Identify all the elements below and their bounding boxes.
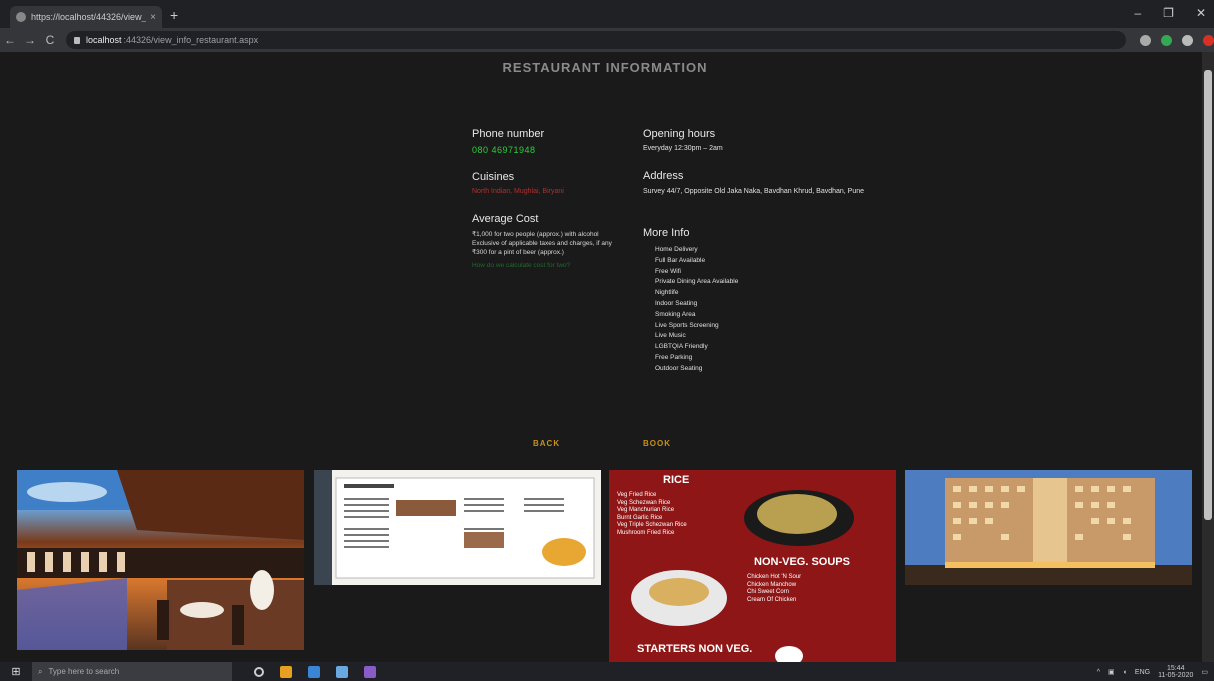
chrome-icon[interactable] [280, 665, 292, 678]
address-bar[interactable]: localhost :44326/view_info_restaurant.as… [66, 31, 1126, 49]
tray-chevron-icon[interactable]: ^ [1097, 669, 1100, 676]
menu-item: Burnt Garlic Rice [617, 514, 663, 521]
phone-label: Phone number [472, 128, 545, 140]
back-arrow-icon[interactable]: ← [0, 33, 20, 47]
windows-taskbar: ⊞ ⌕ Type here to search ^ ▣ ◖ ENG 15:44 … [0, 662, 1214, 681]
extension-icon[interactable] [1182, 34, 1193, 46]
menu-item: Veg Schezwan Rice [617, 499, 671, 506]
page-title: RESTAURANT INFORMATION [502, 60, 708, 75]
menu-item: Chicken Manchow [747, 581, 797, 588]
interior-photo-illustration [17, 470, 304, 650]
list-item: Indoor Seating [655, 299, 698, 307]
menu-item: Veg Manchurian Rice [617, 507, 675, 513]
cuisines-value[interactable]: North Indian, Mughlai, Biryani [472, 188, 622, 195]
network-icon[interactable]: ▣ [1108, 668, 1115, 676]
hotel-exterior-image[interactable] [905, 470, 1192, 585]
list-item: Live Sports Screening [655, 321, 719, 329]
clock[interactable]: 15:44 11-05-2020 [1158, 665, 1193, 679]
cost-note: Exclusive of applicable taxes and charge… [472, 240, 612, 247]
minimize-icon[interactable]: – [1134, 6, 1141, 20]
info-column-left: Phone number 080 46971948 Cuisines North… [472, 128, 622, 269]
language-indicator[interactable]: ENG [1135, 669, 1150, 676]
lock-icon [74, 36, 80, 44]
maximize-icon[interactable]: ❐ [1163, 6, 1174, 20]
book-button[interactable]: BOOK [643, 439, 671, 448]
phone-number[interactable]: 080 46971948 [472, 145, 622, 155]
restaurant-interior-image[interactable] [17, 470, 304, 650]
browser-tab-strip: https://localhost/44326/view_sr... × + –… [0, 0, 1214, 28]
soups-items: Chicken Hot 'N Sour Chicken Manchow Chi … [747, 574, 801, 604]
clock-time: 15:44 [1166, 665, 1185, 672]
list-item: LGBTQIA Friendly [655, 343, 708, 351]
menu-item: Cream Of Chicken [747, 596, 797, 603]
menu-item: Veg Triple Schezwan Rice [617, 522, 687, 528]
info-column-right: Opening hours Everyday 12:30pm – 2am Add… [643, 128, 903, 375]
forward-arrow-icon[interactable]: → [20, 33, 40, 47]
visual-studio-icon[interactable] [364, 665, 376, 678]
task-view-icon[interactable] [254, 666, 264, 677]
rice-items: Veg Fried Rice Veg Schezwan Rice Veg Man… [617, 492, 687, 537]
opening-hours-label: Opening hours [643, 128, 716, 140]
url-host: localhost [86, 35, 122, 45]
menu-item: Mushroom Fried Rice [617, 529, 675, 536]
menu-card-illustration [314, 470, 601, 585]
photos-icon[interactable] [336, 665, 348, 678]
extension-icon[interactable] [1161, 34, 1172, 46]
list-item: Private Dining Area Available [655, 278, 739, 286]
url-path: :44326/view_info_restaurant.aspx [123, 35, 259, 45]
list-item: Outdoor Seating [655, 364, 703, 372]
page-content: RESTAURANT INFORMATION Phone number 080 … [0, 52, 1202, 662]
beer-cost: ₹300 for a pint of beer (approx.) [472, 249, 564, 256]
new-tab-button[interactable]: + [170, 7, 178, 23]
tab-title: https://localhost/44326/view_sr... [31, 12, 147, 22]
cost-line: ₹1,000 for two people (approx.) with alc… [472, 231, 599, 238]
file-explorer-icon[interactable] [308, 665, 320, 678]
browser-toolbar: ← → C localhost :44326/view_info_restaur… [0, 28, 1214, 52]
search-icon: ⌕ [38, 666, 43, 676]
list-item: Live Music [655, 332, 686, 340]
menu-item: Veg Fried Rice [617, 492, 657, 498]
favicon-icon [16, 12, 26, 22]
notifications-icon[interactable]: ▭ [1201, 668, 1208, 676]
cuisines-label: Cuisines [472, 171, 515, 183]
image-gallery: RICE Veg Fried Rice Veg Schezwan Rice Ve… [17, 470, 1197, 662]
system-tray: ^ ▣ ◖ ENG 15:44 11-05-2020 ▭ [1097, 665, 1208, 679]
list-item: Home Delivery [655, 246, 698, 253]
windows-start-icon[interactable]: ⊞ [0, 665, 32, 678]
list-item: Nightlife [655, 289, 679, 297]
list-item: Free Wifi [655, 267, 681, 275]
search-placeholder: Type here to search [48, 667, 120, 676]
list-item: Smoking Area [655, 310, 696, 318]
menu-card-image[interactable] [314, 470, 601, 585]
scrollbar-thumb[interactable] [1204, 70, 1212, 520]
star-icon[interactable] [1140, 34, 1151, 46]
opening-hours-value: Everyday 12:30pm – 2am [643, 145, 723, 152]
soups-heading: NON-VEG. SOUPS [754, 556, 850, 568]
taskbar-search-input[interactable]: ⌕ Type here to search [32, 662, 232, 681]
profile-icon[interactable] [1203, 34, 1214, 46]
volume-icon[interactable]: ◖ [1123, 669, 1127, 676]
clock-date: 11-05-2020 [1158, 672, 1194, 679]
reload-icon[interactable]: C [40, 33, 60, 47]
close-window-icon[interactable]: ✕ [1196, 6, 1206, 20]
list-item: Free Parking [655, 353, 693, 361]
list-item: Full Bar Available [655, 256, 706, 264]
more-info-list: Home Delivery Full Bar Available Free Wi… [655, 245, 903, 375]
menu-item: Chi Sweet Corn [747, 589, 790, 595]
back-button[interactable]: BACK [533, 439, 560, 448]
hotel-photo-illustration [905, 470, 1192, 585]
address-label: Address [643, 170, 684, 182]
menu-item: Chicken Hot 'N Sour [747, 574, 802, 580]
food-menu-image[interactable]: RICE Veg Fried Rice Veg Schezwan Rice Ve… [609, 470, 896, 662]
address-value: Survey 44/7, Opposite Old Jaka Naka, Bav… [643, 188, 865, 195]
rice-heading: RICE [663, 474, 690, 486]
close-tab-icon[interactable]: × [150, 12, 156, 23]
starters-heading: STARTERS NON VEG. [637, 643, 753, 655]
cost-calc-link[interactable]: How do we calculate cost for two? [472, 262, 622, 269]
more-info-label: More Info [643, 227, 690, 239]
average-cost-label: Average Cost [472, 213, 539, 225]
browser-tab[interactable]: https://localhost/44326/view_sr... × [10, 6, 162, 28]
